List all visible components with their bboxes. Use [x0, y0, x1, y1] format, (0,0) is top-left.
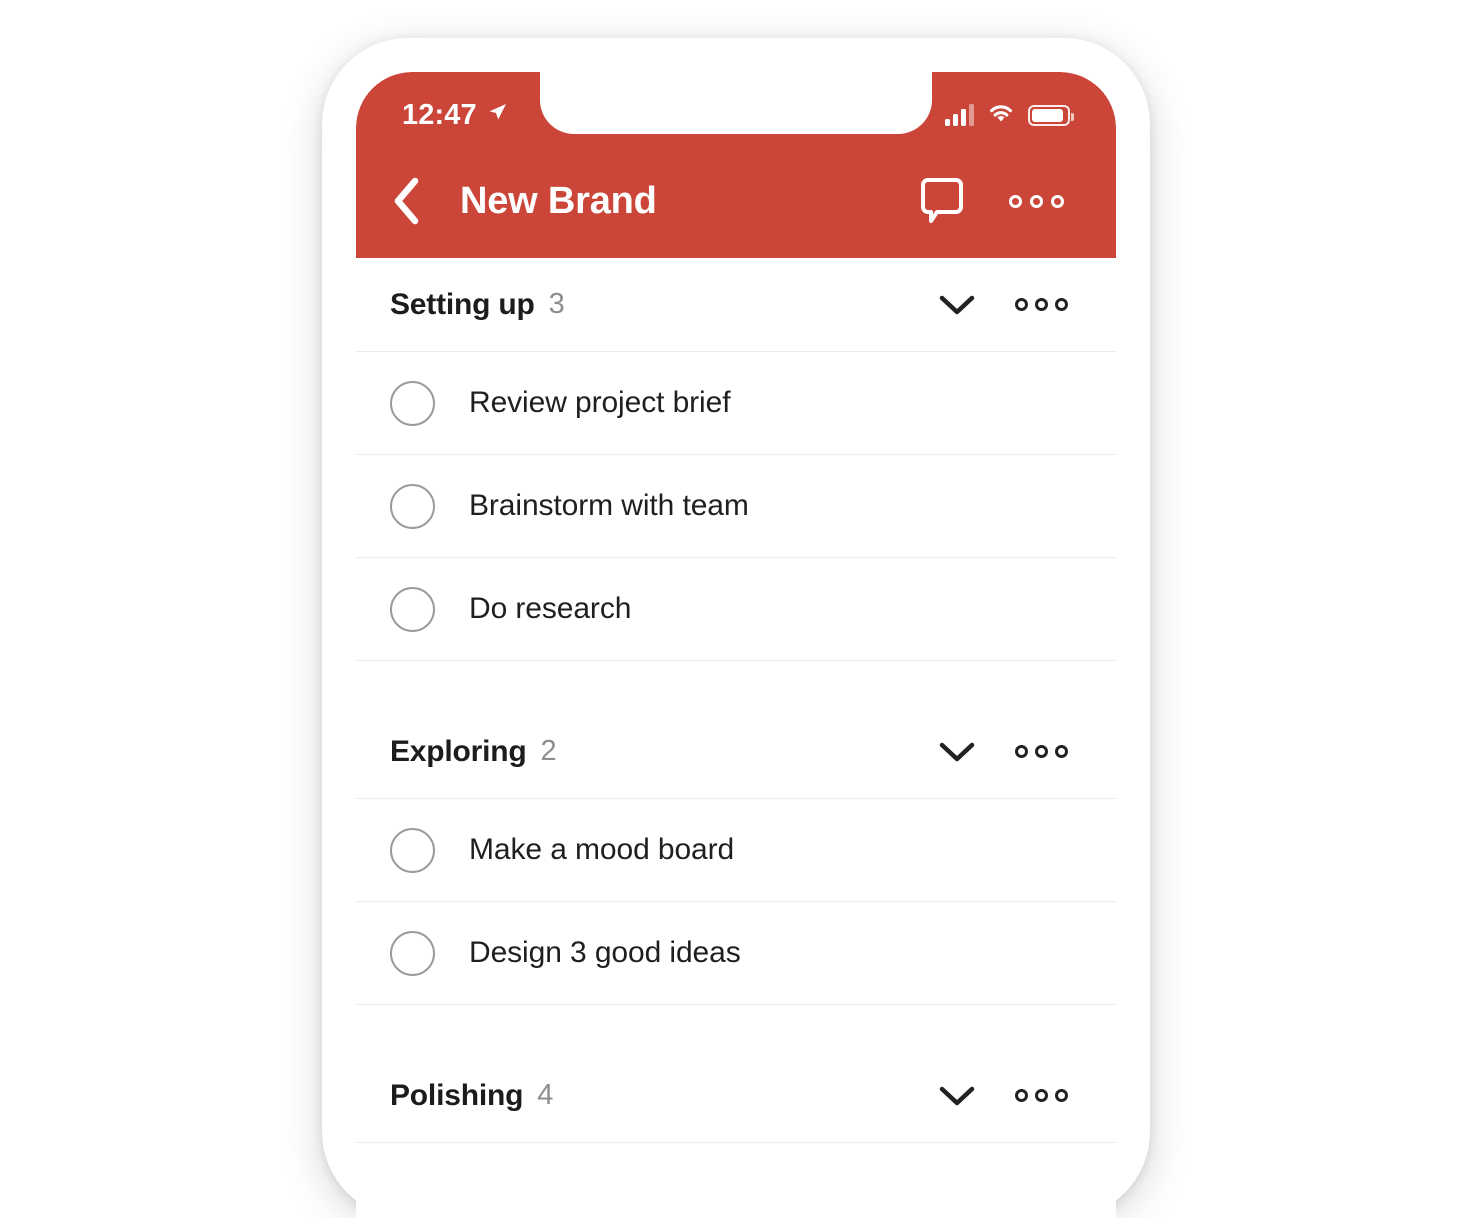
task-checkbox[interactable] — [390, 483, 435, 529]
task-label: Do research — [469, 592, 632, 625]
more-dot — [1009, 194, 1022, 208]
section-task-count: 2 — [540, 735, 557, 767]
section-header[interactable]: Polishing 4 — [356, 1049, 1116, 1143]
nav-actions — [917, 177, 1064, 225]
section-task-count: 3 — [548, 288, 565, 320]
comment-bubble-icon — [921, 178, 963, 223]
task-checkbox[interactable] — [390, 930, 435, 976]
more-dot — [1015, 1089, 1028, 1102]
task-checkbox[interactable] — [390, 380, 435, 426]
section-header[interactable]: Setting up 3 — [356, 258, 1116, 352]
chevron-down-icon — [939, 295, 975, 314]
more-dot — [1035, 298, 1048, 311]
section-collapse-button[interactable] — [937, 739, 977, 765]
task-row[interactable]: Make a mood board — [356, 799, 1116, 902]
section-actions — [937, 1083, 1068, 1109]
more-dot — [1035, 745, 1048, 758]
task-label: Review project brief — [469, 386, 731, 419]
page-title: New Brand — [460, 179, 657, 222]
task-list: Setting up 3 Review project brief Brainstor… — [356, 258, 1116, 1218]
more-dot — [1030, 194, 1043, 208]
chevron-down-icon — [939, 742, 975, 761]
chevron-down-icon — [939, 1086, 975, 1105]
screenshot-canvas: 12:47 New Brand Setting up 3 Review proj… — [0, 0, 1472, 1218]
more-dot — [1055, 1089, 1068, 1102]
section-more-button[interactable] — [1015, 298, 1068, 311]
more-dot — [1055, 298, 1068, 311]
section-title: Setting up — [390, 287, 535, 321]
phone-screen: 12:47 New Brand Setting up 3 Review proj… — [356, 72, 1116, 1218]
section-title: Exploring — [390, 734, 527, 768]
task-label: Make a mood board — [469, 833, 735, 866]
section-spacer — [356, 661, 1116, 705]
more-dot — [1051, 194, 1064, 208]
section-collapse-button[interactable] — [937, 1083, 977, 1109]
more-dot — [1015, 298, 1028, 311]
section-title: Polishing — [390, 1078, 524, 1112]
task-checkbox[interactable] — [390, 827, 435, 873]
task-label: Brainstorm with team — [469, 489, 749, 522]
section-task-count: 4 — [537, 1079, 554, 1111]
section-more-button[interactable] — [1015, 745, 1068, 758]
chevron-left-icon — [394, 177, 419, 225]
task-row[interactable]: Review project brief — [356, 352, 1116, 455]
more-options-button[interactable] — [1009, 194, 1064, 208]
task-checkbox[interactable] — [390, 586, 435, 632]
more-dot — [1015, 745, 1028, 758]
section-header[interactable]: Exploring 2 — [356, 705, 1116, 799]
section-actions — [937, 739, 1068, 765]
task-label: Design 3 good ideas — [469, 936, 741, 969]
back-button[interactable] — [368, 176, 444, 226]
section-spacer — [356, 1005, 1116, 1049]
section-collapse-button[interactable] — [937, 292, 977, 318]
more-dot — [1035, 1089, 1048, 1102]
app-navigation-bar: New Brand — [356, 144, 1116, 258]
device-notch — [540, 72, 932, 134]
section-actions — [937, 292, 1068, 318]
task-row[interactable]: Do research — [356, 558, 1116, 661]
more-dot — [1055, 745, 1068, 758]
task-row[interactable]: Design 3 good ideas — [356, 902, 1116, 1005]
comment-button[interactable] — [917, 177, 967, 225]
task-row[interactable]: Brainstorm with team — [356, 455, 1116, 558]
section-more-button[interactable] — [1015, 1089, 1068, 1102]
